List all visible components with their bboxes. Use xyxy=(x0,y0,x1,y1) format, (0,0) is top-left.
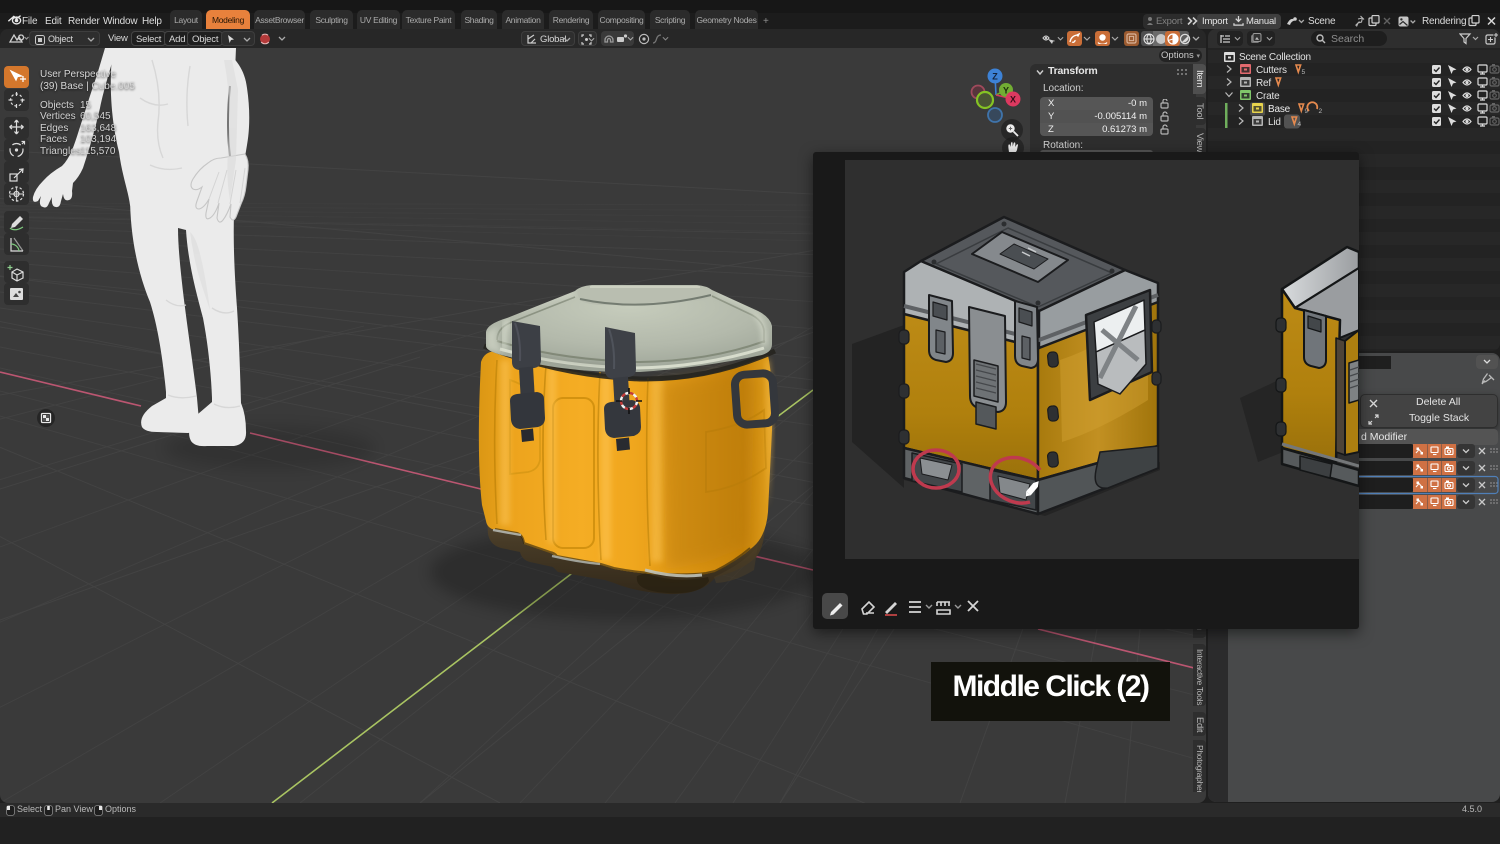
svg-text:Crate: Crate xyxy=(1256,91,1280,102)
svg-text:4: 4 xyxy=(1298,121,1302,128)
svg-text:Ref: Ref xyxy=(1256,78,1271,89)
svg-text:Base: Base xyxy=(1268,104,1291,115)
svg-text:Lid: Lid xyxy=(1268,117,1281,128)
svg-text:5: 5 xyxy=(1302,69,1306,76)
svg-text:Scene Collection: Scene Collection xyxy=(1239,52,1311,63)
svg-text:2: 2 xyxy=(1319,108,1323,115)
svg-text:Z: Z xyxy=(992,72,998,82)
svg-text:Cutters: Cutters xyxy=(1256,65,1287,76)
svg-text:X: X xyxy=(1010,95,1016,105)
